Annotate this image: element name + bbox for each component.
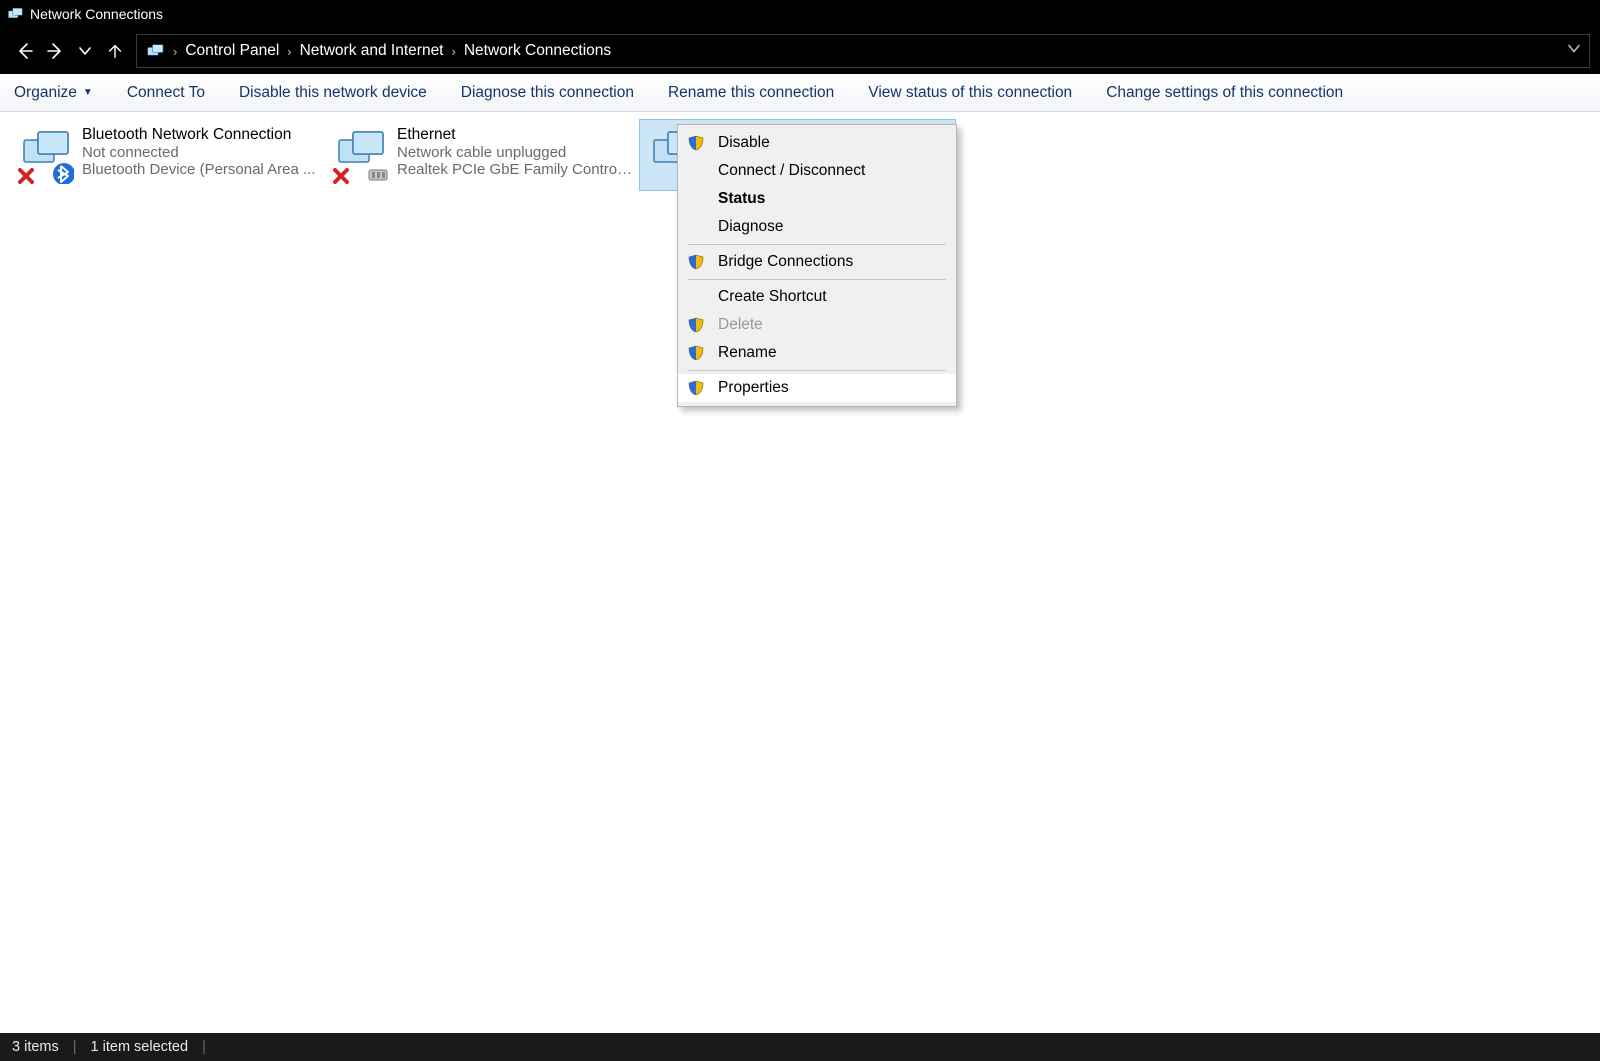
status-selected-count: 1 item selected — [91, 1039, 189, 1055]
arrow-right-icon — [45, 41, 65, 61]
menu-item-connect-disconnect[interactable]: Connect / Disconnect — [678, 157, 956, 185]
status-bar: 3 items | 1 item selected | — [0, 1033, 1600, 1061]
up-button[interactable] — [100, 36, 130, 66]
command-bar: Organize ▼ Connect To Disable this netwo… — [0, 74, 1600, 112]
menu-item-delete: Delete — [678, 311, 956, 339]
network-icon — [331, 126, 389, 184]
connection-name: Bluetooth Network Connection — [82, 126, 319, 144]
window-icon — [6, 5, 24, 23]
connection-name: Ethernet — [397, 126, 634, 144]
diagnose-connection-button[interactable]: Diagnose this connection — [461, 84, 634, 102]
breadcrumb-part[interactable]: Network and Internet — [300, 42, 444, 60]
organize-button[interactable]: Organize ▼ — [14, 84, 93, 102]
caret-down-icon: ▼ — [83, 87, 93, 98]
network-icon — [16, 126, 74, 184]
connection-item-bluetooth[interactable]: Bluetooth Network Connection Not connect… — [10, 120, 325, 190]
menu-item-rename[interactable]: Rename — [678, 339, 956, 367]
status-separator: | — [202, 1039, 206, 1055]
breadcrumb-part[interactable]: Network Connections — [464, 42, 611, 60]
status-item-count: 3 items — [12, 1039, 59, 1055]
connect-to-button[interactable]: Connect To — [127, 84, 205, 102]
menu-item-properties[interactable]: Properties — [678, 374, 956, 402]
breadcrumb-part[interactable]: Control Panel — [185, 42, 279, 60]
connection-status: Not connected — [82, 144, 319, 161]
arrow-up-icon — [106, 42, 124, 60]
chevron-right-icon: › — [452, 44, 456, 59]
content-pane[interactable]: Bluetooth Network Connection Not connect… — [0, 112, 1600, 1033]
breadcrumb[interactable]: › Control Panel › Network and Internet ›… — [136, 34, 1590, 68]
chevron-right-icon: › — [173, 44, 177, 59]
shield-icon — [688, 380, 704, 396]
navigation-bar: › Control Panel › Network and Internet ›… — [0, 28, 1600, 74]
change-settings-button[interactable]: Change settings of this connection — [1106, 84, 1343, 102]
menu-item-bridge-connections[interactable]: Bridge Connections — [678, 248, 956, 276]
title-bar: Network Connections — [0, 0, 1600, 28]
connection-item-ethernet[interactable]: Ethernet Network cable unplugged Realtek… — [325, 120, 640, 190]
shield-icon — [688, 345, 704, 361]
chevron-down-icon — [1567, 42, 1581, 56]
menu-separator — [688, 370, 946, 371]
window-title: Network Connections — [30, 6, 163, 22]
forward-button[interactable] — [40, 36, 70, 66]
location-icon — [145, 41, 165, 61]
shield-icon — [688, 317, 704, 333]
context-menu: Disable Connect / Disconnect Status Diag… — [677, 124, 957, 407]
view-status-button[interactable]: View status of this connection — [868, 84, 1072, 102]
chevron-down-icon — [78, 44, 92, 58]
chevron-right-icon: › — [287, 44, 291, 59]
menu-item-diagnose[interactable]: Diagnose — [678, 213, 956, 241]
menu-item-create-shortcut[interactable]: Create Shortcut — [678, 283, 956, 311]
menu-item-status[interactable]: Status — [678, 185, 956, 213]
menu-separator — [688, 279, 946, 280]
connection-device: Realtek PCIe GbE Family Controller — [397, 161, 634, 178]
connection-status: Network cable unplugged — [397, 144, 634, 161]
menu-separator — [688, 244, 946, 245]
connection-device: Bluetooth Device (Personal Area ... — [82, 161, 319, 178]
breadcrumb-dropdown-button[interactable] — [1567, 42, 1581, 61]
recent-locations-button[interactable] — [70, 36, 100, 66]
menu-item-disable[interactable]: Disable — [678, 129, 956, 157]
status-separator: | — [73, 1039, 77, 1055]
shield-icon — [688, 254, 704, 270]
disable-device-button[interactable]: Disable this network device — [239, 84, 427, 102]
arrow-left-icon — [15, 41, 35, 61]
rename-connection-button[interactable]: Rename this connection — [668, 84, 834, 102]
shield-icon — [688, 135, 704, 151]
back-button[interactable] — [10, 36, 40, 66]
